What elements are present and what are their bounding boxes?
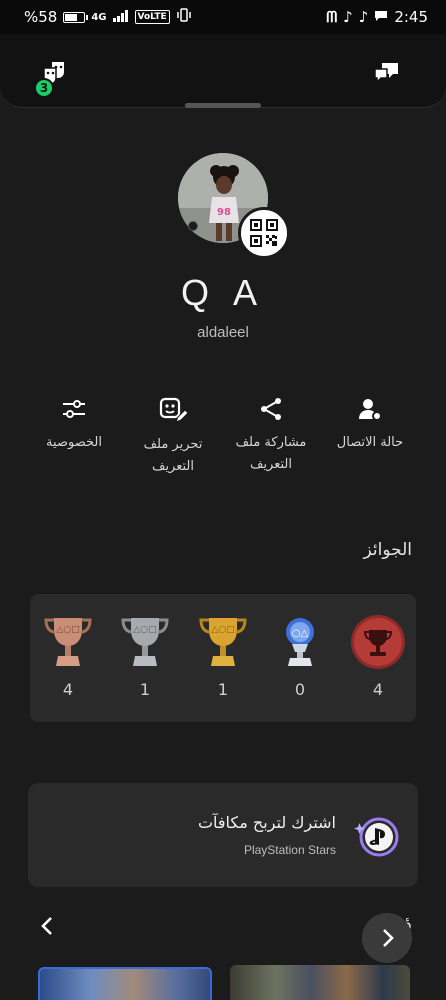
svg-text:△○□: △○□: [56, 625, 79, 635]
chat-bubbles-icon: [374, 63, 398, 84]
trophy-gold-count: 1: [217, 680, 229, 699]
chevron-right-icon: [383, 929, 394, 947]
svg-text:○△: ○△: [292, 628, 309, 639]
recent-game-thumbnail[interactable]: [38, 967, 212, 1000]
online-indicator: [188, 221, 198, 231]
battery-icon: [63, 11, 89, 23]
qr-code-button[interactable]: [238, 207, 290, 259]
status-right: ᗰ ♪ ♪ 2:45: [326, 8, 428, 26]
vibrate-icon: [176, 8, 192, 26]
messages-button[interactable]: [372, 60, 402, 88]
playstation-stars-icon: [354, 817, 399, 857]
pull-handle[interactable]: [185, 103, 261, 108]
svg-text:98: 98: [217, 207, 231, 218]
friends-badge: 3: [34, 78, 54, 98]
tiktok-icon-2: ♪: [358, 8, 369, 26]
trophy-bronze-count: 4: [62, 680, 74, 699]
gold-trophy-icon: △○□: [199, 618, 247, 666]
qr-code-icon: [250, 219, 278, 247]
battery-percent: %58: [24, 8, 58, 26]
trophy-bronze: △○□ 4: [38, 614, 98, 699]
battery-fill: [65, 13, 77, 21]
mcdonalds-icon: ᗰ: [326, 8, 338, 26]
trophy-platinum-count: 0: [294, 680, 306, 699]
share-icon: [261, 398, 281, 420]
trophy-level-icon: [351, 615, 405, 669]
privacy-sliders-icon: [63, 400, 85, 418]
volte-icon: VoLTE: [134, 10, 170, 24]
status-left: %58 4G VoLTE: [24, 8, 192, 26]
trophy-level: 4: [348, 614, 408, 699]
trophy-platinum: ○△ 0: [270, 614, 330, 699]
edit-profile-icon: [159, 397, 188, 423]
trophy-gold: △○□ 1: [193, 614, 253, 699]
edit-profile-label: تحرير ملف التعريف: [143, 437, 203, 474]
playstation-stars-card[interactable]: اشترك لتربح مكافآت PlayStation Stars: [28, 783, 418, 887]
stars-title: اشترك لتربح مكافآت: [197, 813, 336, 832]
tiktok-icon: ♪: [343, 8, 353, 26]
friends-button[interactable]: 3: [34, 58, 74, 98]
trophy-silver-count: 1: [139, 680, 151, 699]
back-button[interactable]: [36, 914, 60, 938]
svg-text:△○□: △○□: [133, 625, 156, 635]
privacy-button[interactable]: الخصوصية: [26, 396, 122, 454]
trophy-level-count: 4: [372, 680, 384, 699]
online-status-button[interactable]: حالة الاتصال: [322, 396, 418, 454]
network-type: 4G: [91, 11, 107, 23]
edit-profile-button[interactable]: تحرير ملف التعريف: [125, 396, 221, 478]
signal-icon: [112, 8, 129, 26]
recent-game-thumbnail-2[interactable]: [230, 965, 410, 1000]
privacy-label: الخصوصية: [46, 435, 102, 450]
chat-notification-icon: [374, 8, 388, 26]
chevron-left-icon: [41, 917, 52, 935]
online-status-icon: [359, 399, 382, 421]
share-profile-button[interactable]: مشاركة ملف التعريف: [223, 396, 319, 476]
next-button[interactable]: [362, 913, 412, 963]
silver-trophy-icon: △○□: [121, 618, 169, 666]
bronze-trophy-icon: △○□: [44, 618, 92, 666]
display-name: Q A: [180, 272, 266, 313]
online-status-label: حالة الاتصال: [336, 435, 404, 450]
trophies-title: الجوائز: [363, 540, 413, 560]
clock: 2:45: [394, 8, 428, 26]
share-profile-label: مشاركة ملف التعريف: [235, 435, 307, 472]
trophy-silver: △○□ 1: [115, 614, 175, 699]
status-bar: %58 4G VoLTE ᗰ ♪ ♪ 2:45: [0, 0, 446, 34]
platinum-trophy-icon: ○△: [286, 618, 314, 666]
stars-subtitle: PlayStation Stars: [243, 843, 336, 857]
online-id: aldaleel: [197, 324, 249, 341]
profile-actions: حالة الاتصال مشاركة ملف التعريف تحرير مل…: [0, 396, 446, 496]
trophy-summary-card[interactable]: 4 ○△ 0 △○□ 1 △○□ 1 △○□ 4: [30, 594, 416, 722]
svg-text:△○□: △○□: [211, 625, 234, 635]
